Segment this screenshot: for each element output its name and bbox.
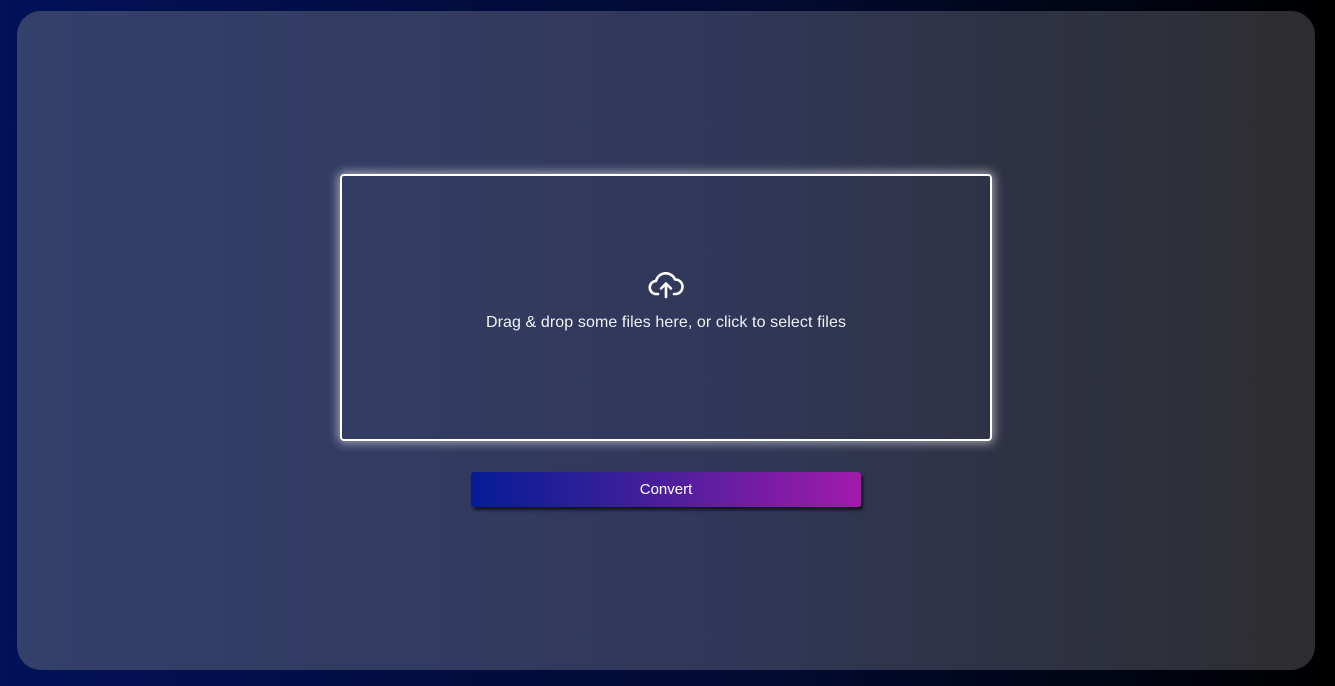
file-dropzone[interactable]: Drag & drop some files here, or click to… — [340, 174, 992, 441]
main-card: Drag & drop some files here, or click to… — [17, 11, 1315, 670]
cloud-upload-icon — [648, 271, 684, 298]
dropzone-instructions: Drag & drop some files here, or click to… — [485, 313, 847, 331]
convert-button[interactable]: Convert — [471, 472, 861, 507]
